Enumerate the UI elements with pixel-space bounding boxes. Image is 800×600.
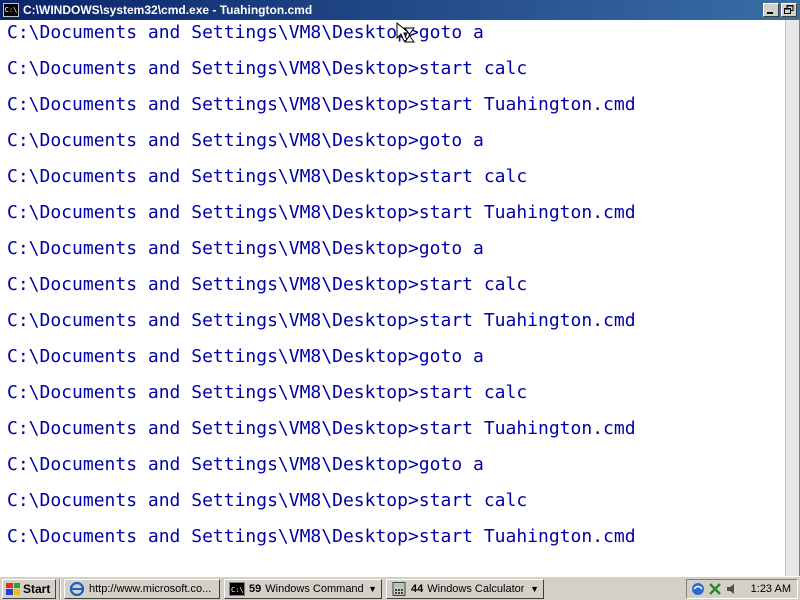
vertical-scrollbar[interactable] (785, 20, 799, 576)
minimize-icon (767, 12, 773, 14)
cmd-icon: C:\ (229, 581, 245, 596)
console-line: C:\Documents and Settings\VM8\Desktop>go… (7, 130, 484, 151)
title-bar[interactable]: C:\ C:\WINDOWS\system32\cmd.exe - Tuahin… (0, 0, 800, 20)
svg-text:C:\: C:\ (231, 586, 244, 594)
console-line: C:\Documents and Settings\VM8\Desktop>st… (7, 202, 636, 223)
console-line: C:\Documents and Settings\VM8\Desktop>st… (7, 382, 528, 403)
system-tray: 1:23 AM (686, 579, 798, 599)
start-button[interactable]: Start (2, 578, 56, 599)
clock[interactable]: 1:23 AM (751, 583, 791, 595)
task-label: http://www.microsoft.co... (89, 582, 212, 595)
volume-icon[interactable] (725, 582, 739, 596)
task-count: 44 (411, 582, 424, 595)
network-icon[interactable] (691, 582, 705, 596)
task-calculator-group[interactable]: 44 Windows Calculator ▼ (386, 578, 544, 599)
cmd-icon[interactable]: C:\ (3, 3, 19, 17)
window-controls (763, 3, 797, 17)
screen: C:\ C:\WINDOWS\system32\cmd.exe - Tuahin… (0, 0, 800, 600)
console-line: C:\Documents and Settings\VM8\Desktop>st… (7, 418, 636, 439)
taskbar-separator (59, 578, 61, 599)
windows-logo-icon (6, 582, 20, 595)
task-cmd-group[interactable]: C:\ 59 Windows Command ... ▼ (224, 578, 382, 599)
console-line: C:\Documents and Settings\VM8\Desktop>st… (7, 310, 636, 331)
console-output[interactable]: C:\Documents and Settings\VM8\Desktop>go… (0, 20, 786, 576)
console-line: C:\Documents and Settings\VM8\Desktop>st… (7, 490, 528, 511)
chevron-down-icon: ▼ (368, 583, 377, 594)
maximize-button[interactable] (781, 3, 797, 17)
task-label: Windows Calculator (427, 582, 525, 595)
task-label: Windows Command ... (265, 582, 364, 595)
taskbar: Start http://www.microsoft.co... C:\ 59 … (0, 576, 800, 600)
console-line: C:\Documents and Settings\VM8\Desktop>st… (7, 526, 636, 547)
security-icon[interactable] (708, 582, 722, 596)
chevron-down-icon: ▼ (530, 583, 539, 594)
start-label: Start (23, 581, 51, 596)
minimize-button[interactable] (763, 3, 779, 17)
console-line: C:\Documents and Settings\VM8\Desktop>st… (7, 58, 528, 79)
ie-icon (69, 581, 85, 596)
restore-icon (784, 5, 794, 14)
cmd-window[interactable]: C:\ C:\WINDOWS\system32\cmd.exe - Tuahin… (0, 0, 800, 576)
mouse-cursor-icon (396, 22, 415, 43)
task-count: 59 (249, 582, 262, 595)
console-line: C:\Documents and Settings\VM8\Desktop>st… (7, 94, 636, 115)
console-line: C:\Documents and Settings\VM8\Desktop>st… (7, 166, 528, 187)
console-line: C:\Documents and Settings\VM8\Desktop>go… (7, 346, 484, 367)
calculator-icon (392, 581, 406, 596)
window-title: C:\WINDOWS\system32\cmd.exe - Tuahington… (23, 3, 313, 17)
console-line: C:\Documents and Settings\VM8\Desktop>go… (7, 238, 484, 259)
console-line: C:\Documents and Settings\VM8\Desktop>st… (7, 274, 528, 295)
console-line: C:\Documents and Settings\VM8\Desktop>go… (7, 454, 484, 475)
task-ie[interactable]: http://www.microsoft.co... (64, 578, 220, 599)
